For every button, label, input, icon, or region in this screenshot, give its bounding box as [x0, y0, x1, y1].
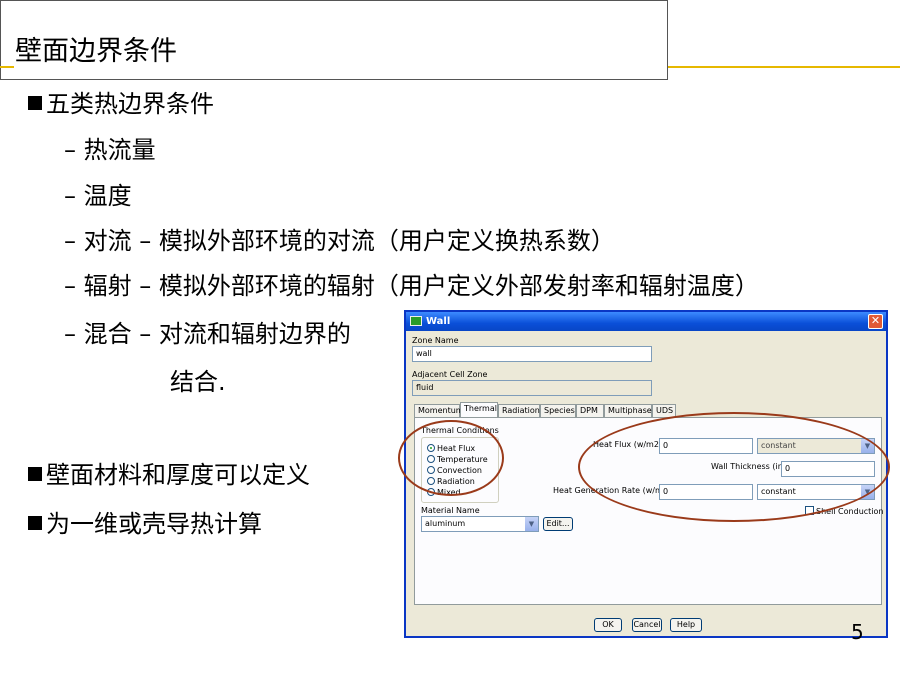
radio-temperature[interactable]: Temperature — [427, 455, 488, 464]
radio-on-icon — [427, 444, 435, 452]
tab-multiphase[interactable]: Multiphase — [604, 404, 652, 417]
title-box: 壁面边界条件 — [0, 0, 668, 80]
chevron-down-icon: ▼ — [861, 439, 874, 453]
bullet-5: – 辐射 – 模拟外部环境的辐射（用户定义外部发射率和辐射温度） — [64, 272, 759, 300]
material-name-label: Material Name — [421, 506, 480, 515]
zone-name-label: Zone Name — [412, 336, 459, 345]
accent-line-left — [0, 66, 14, 68]
heat-flux-input[interactable]: 0 — [659, 438, 753, 454]
slide-title: 壁面边界条件 — [15, 36, 177, 67]
bullet-3: – 温度 — [64, 182, 132, 210]
checkbox-icon — [805, 506, 814, 515]
tab-species[interactable]: Species — [540, 404, 576, 417]
bullet-7: 壁面材料和厚度可以定义 — [28, 455, 310, 490]
tab-uds[interactable]: UDS — [652, 404, 676, 417]
ok-button[interactable]: OK — [594, 618, 622, 632]
radio-mixed[interactable]: Mixed — [427, 488, 461, 497]
edit-material-button[interactable]: Edit... — [543, 517, 573, 531]
bullet-2: – 热流量 — [64, 136, 156, 164]
shell-conduction-checkbox[interactable]: Shell Conduction — [805, 506, 883, 516]
heat-generation-input[interactable]: 0 — [659, 484, 753, 500]
wall-dialog: Wall ✕ Zone Name wall Adjacent Cell Zone… — [404, 310, 888, 638]
bullet-1: 五类热边界条件 — [28, 84, 214, 119]
heat-flux-label: Heat Flux (w/m2) — [593, 440, 663, 449]
close-icon[interactable]: ✕ — [868, 314, 883, 329]
radio-off-icon — [427, 466, 435, 474]
zone-name-input[interactable]: wall — [412, 346, 652, 362]
radio-heat-flux[interactable]: Heat Flux — [427, 444, 475, 453]
bullet-8: 为一维或壳导热计算 — [28, 504, 262, 539]
material-combo[interactable]: aluminum ▼ — [421, 516, 539, 532]
help-button[interactable]: Help — [670, 618, 702, 632]
radio-off-icon — [427, 488, 435, 496]
tab-momentum[interactable]: Momentum — [414, 404, 464, 417]
tab-thermal[interactable]: Thermal — [460, 402, 498, 417]
tab-radiation[interactable]: Radiation — [498, 404, 540, 417]
accent-line — [668, 66, 900, 68]
heat-generation-label: Heat Generation Rate (w/m3) — [553, 486, 671, 495]
chevron-down-icon: ▼ — [525, 517, 538, 531]
dialog-titlebar[interactable]: Wall ✕ — [406, 312, 886, 331]
heat-flux-method-combo[interactable]: constant ▼ — [757, 438, 875, 454]
radio-convection[interactable]: Convection — [427, 466, 482, 475]
chevron-down-icon: ▼ — [861, 485, 874, 499]
dialog-title: Wall — [426, 316, 451, 327]
wall-thickness-input[interactable]: 0 — [781, 461, 875, 477]
bullet-4: – 对流 – 模拟外部环境的对流（用户定义换热系数） — [64, 227, 615, 255]
fluent-app-icon — [410, 316, 422, 326]
bullet-6: – 混合 – 对流和辐射边界的 — [64, 320, 351, 348]
bullet-6-cont: 结合. — [170, 368, 226, 396]
thermal-conditions-label: Thermal Conditions — [421, 426, 499, 435]
thermal-panel: Thermal Conditions Heat Flux Temperature… — [414, 417, 883, 605]
adjacent-cell-zone-label: Adjacent Cell Zone — [412, 370, 488, 379]
square-bullet-icon — [28, 96, 42, 110]
radio-off-icon — [427, 455, 435, 463]
radio-off-icon — [427, 477, 435, 485]
square-bullet-icon — [28, 516, 42, 530]
heat-generation-method-combo[interactable]: constant ▼ — [757, 484, 875, 500]
cancel-button[interactable]: Cancel — [632, 618, 662, 632]
slide-number: 5 — [851, 620, 864, 644]
square-bullet-icon — [28, 467, 42, 481]
wall-thickness-label: Wall Thickness (in) — [711, 462, 786, 471]
radio-radiation[interactable]: Radiation — [427, 477, 475, 486]
tab-dpm[interactable]: DPM — [576, 404, 604, 417]
adjacent-cell-zone-field: fluid — [412, 380, 652, 396]
